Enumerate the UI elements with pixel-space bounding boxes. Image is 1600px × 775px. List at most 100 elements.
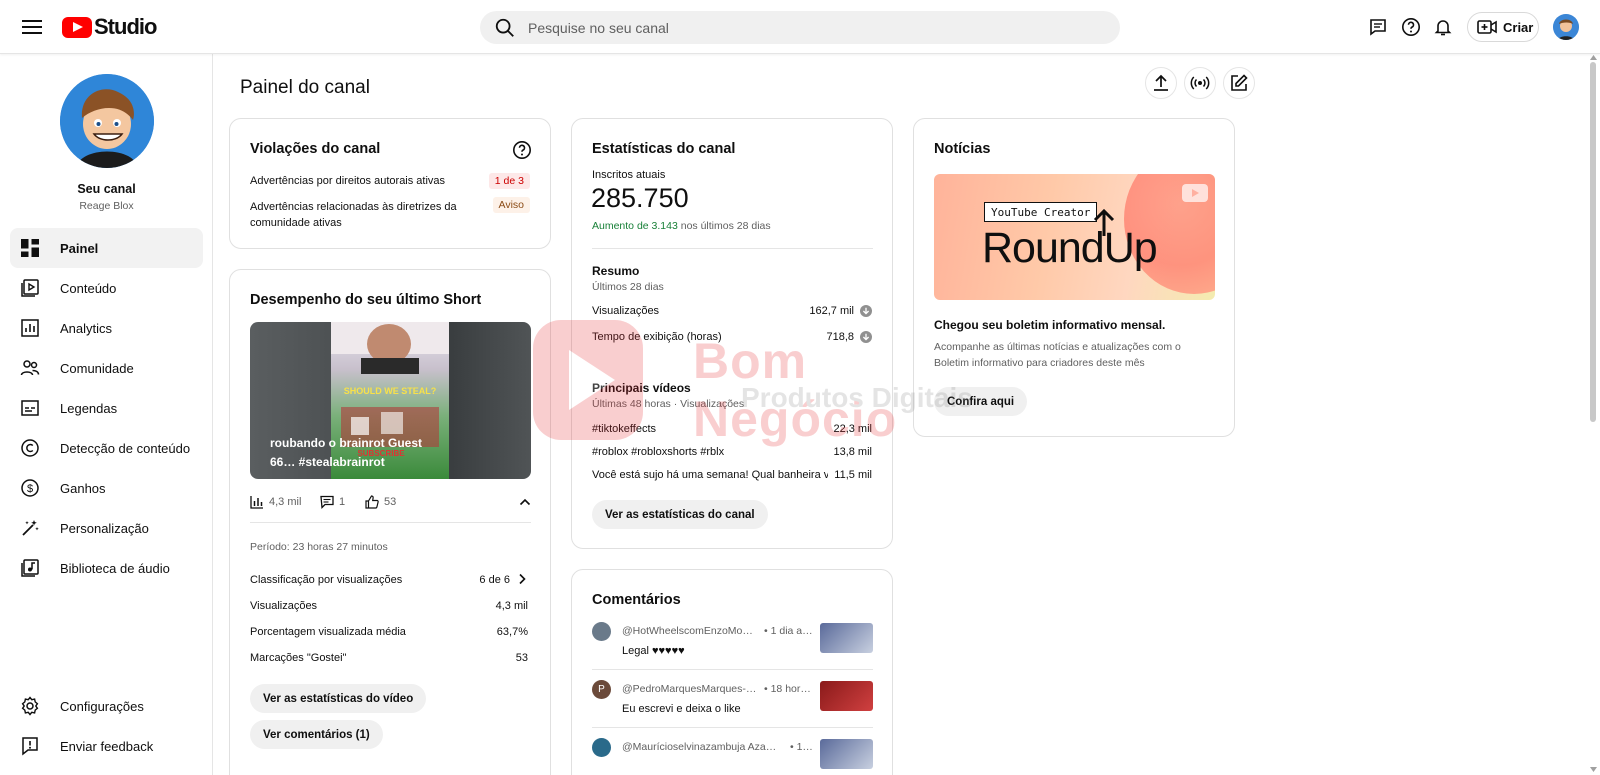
growth-highlight: Aumento de 3.143	[592, 220, 678, 232]
menu-icon[interactable]	[20, 15, 44, 39]
comments-title: Comentários	[592, 592, 681, 608]
short-views: 4,3 mil	[250, 495, 301, 509]
avatar[interactable]: P	[592, 680, 611, 699]
youtube-logo-icon	[62, 16, 92, 38]
live-button[interactable]	[1184, 67, 1216, 99]
upload-button[interactable]	[1145, 67, 1177, 99]
channel-stats-button[interactable]: Ver as estatísticas do canal	[592, 500, 768, 529]
news-banner[interactable]: YouTube Creator RoundUp	[934, 174, 1215, 300]
top-video-views: 11,5 mil	[834, 469, 872, 481]
svg-text:SHOULD WE STEAL?: SHOULD WE STEAL?	[344, 386, 437, 396]
news-title: Notícias	[934, 141, 991, 157]
sidebar-item-label: Configurações	[60, 698, 144, 714]
create-post-button[interactable]	[1223, 67, 1255, 99]
violation-label: Advertências por direitos autorais ativa…	[250, 175, 446, 187]
account-avatar[interactable]	[1553, 14, 1579, 40]
settings-icon	[21, 696, 39, 716]
metric-label: Marcações "Gostei"	[250, 652, 347, 664]
sidebar-item-personalizacao[interactable]: Personalização	[10, 508, 203, 548]
subtitles-icon	[21, 400, 39, 416]
sidebar-item-legendas[interactable]: Legendas	[10, 388, 203, 428]
feedback-icon	[22, 737, 38, 756]
violations-title: Violações do canal	[250, 141, 381, 157]
short-period: Período: 23 horas 27 minutos	[250, 541, 388, 553]
page-actions	[1145, 67, 1255, 99]
create-video-icon	[1477, 20, 1497, 34]
sidebar-item-label: Legendas	[60, 400, 118, 416]
page-scrollbar[interactable]	[1587, 54, 1600, 775]
likes-count: 53	[384, 496, 397, 508]
earn-icon: $	[21, 479, 39, 497]
arrow-down-icon	[860, 305, 872, 317]
short-caption: roubando o brainrot Guest 66… #stealabra…	[270, 436, 422, 469]
news-headline: Chegou seu boletim informativo mensal.	[934, 318, 1166, 332]
search-bar[interactable]	[480, 11, 1120, 44]
comment-author[interactable]: @HotWheelscomEnzoMo…	[622, 625, 753, 637]
search-icon[interactable]	[494, 17, 516, 39]
divider	[592, 727, 873, 728]
comment-video-thumbnail[interactable]	[820, 681, 873, 711]
create-label: Criar	[1503, 19, 1534, 35]
avatar[interactable]	[592, 622, 611, 641]
community-icon	[20, 360, 40, 376]
main-content: Painel do canal Violações do canal Adver…	[213, 54, 1587, 775]
channel-stats-card: Estatísticas do canal Inscritos atuais 2…	[571, 118, 893, 549]
sidebar-item-conteudo[interactable]: Conteúdo	[10, 268, 203, 308]
news-body: Acompanhe as últimas notícias e atualiza…	[934, 341, 1181, 369]
sidebar-item-ganhos[interactable]: $ Ganhos	[10, 468, 203, 508]
top-bar: Studio Criar	[0, 0, 1600, 54]
divider	[250, 522, 531, 523]
edit-icon	[1231, 74, 1248, 91]
sidebar-item-label: Painel	[60, 240, 99, 256]
news-cta-button[interactable]: Confira aqui	[934, 387, 1028, 416]
violations-card: Violações do canal Advertências por dire…	[229, 118, 551, 249]
short-card-title: Desempenho do seu último Short	[250, 292, 482, 308]
comment-author[interactable]: @Maurícioselvinazambuja Aza…	[622, 741, 776, 753]
stats-title: Estatísticas do canal	[592, 141, 736, 157]
sidebar-item-analytics[interactable]: Analytics	[10, 308, 203, 348]
sidebar-item-configuracoes[interactable]: Configurações	[10, 686, 203, 726]
studio-logo[interactable]: Studio	[62, 14, 157, 40]
sidebar-item-deteccao[interactable]: Detecção de conteúdo	[10, 428, 203, 468]
metric-label: Visualizações	[250, 600, 318, 612]
comment-video-thumbnail[interactable]	[820, 739, 873, 769]
chevron-right-icon[interactable]	[516, 573, 528, 585]
short-thumbnail[interactable]: SHOULD WE STEAL? SUBSCRIBE roubando o br…	[250, 322, 531, 479]
avatar[interactable]	[592, 738, 611, 757]
sidebar-nav: Painel Conteúdo Analytics Comunidade Leg…	[10, 228, 203, 588]
youtube-play-icon	[1182, 184, 1208, 202]
top-video-title[interactable]: #tiktokeffects	[592, 423, 656, 435]
divider	[592, 669, 873, 670]
scrollbar-thumb[interactable]	[1590, 62, 1596, 422]
sidebar-item-biblioteca[interactable]: Biblioteca de áudio	[10, 548, 203, 588]
help-icon[interactable]	[512, 140, 532, 160]
comment-author[interactable]: @PedroMarquesMarques-…	[622, 683, 756, 695]
sidebar-item-painel[interactable]: Painel	[10, 228, 203, 268]
short-performance-card: Desempenho do seu último Short SHOULD WE…	[229, 269, 551, 775]
logo-text: Studio	[94, 14, 157, 39]
sidebar-item-label: Conteúdo	[60, 280, 117, 296]
sidebar-item-comunidade[interactable]: Comunidade	[10, 348, 203, 388]
metric-value: 4,3 mil	[495, 600, 528, 612]
create-button[interactable]: Criar	[1467, 12, 1539, 42]
metric-value: 63,7%	[496, 626, 528, 638]
view-comments-button[interactable]: Ver comentários (1)	[250, 720, 383, 749]
comment-video-thumbnail[interactable]	[820, 623, 873, 653]
messages-icon[interactable]	[1366, 15, 1390, 39]
notifications-icon[interactable]	[1431, 15, 1455, 39]
channel-avatar[interactable]	[60, 74, 154, 168]
video-stats-button[interactable]: Ver as estatísticas do vídeo	[250, 684, 427, 713]
summary-label: Visualizações	[592, 305, 660, 317]
page-title: Painel do canal	[240, 77, 370, 98]
sidebar-item-feedback[interactable]: Enviar feedback	[10, 726, 203, 766]
search-input[interactable]	[528, 19, 1088, 36]
top-video-title[interactable]: #roblox #robloxshorts #rblx	[592, 446, 724, 458]
summary-period: Últimos 28 dias	[592, 281, 664, 293]
top-video-title[interactable]: Você está sujo há uma semana! Qual banhe…	[592, 469, 828, 481]
subscribers-growth: Aumento de 3.143 nos últimos 28 dias	[592, 220, 771, 232]
chevron-up-icon[interactable]	[519, 496, 531, 508]
comments-card: Comentários @HotWheelscomEnzoMo… • 1 dia…	[571, 569, 893, 775]
help-icon[interactable]	[1399, 15, 1423, 39]
comment-time: • 18 hor…	[764, 683, 811, 695]
like-icon	[365, 495, 379, 509]
